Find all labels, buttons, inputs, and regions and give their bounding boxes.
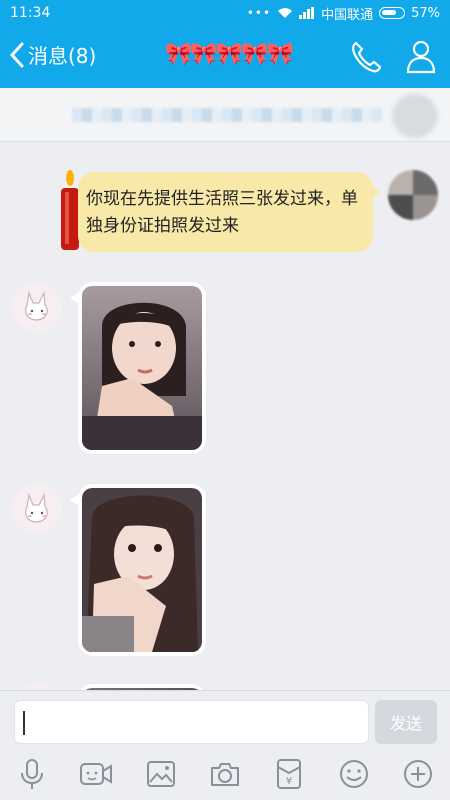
message-input[interactable] [14,700,369,744]
emoji-icon [339,760,368,788]
wifi-icon [278,8,293,18]
message-bubble-sent[interactable]: 你现在先提供生活照三张发过来，单独身份证拍照发过来 [78,172,381,252]
message-list[interactable]: 你现在先提供生活照三张发过来，单独身份证拍照发过来 [0,142,450,690]
plus-icon [403,760,432,788]
image-button[interactable] [129,748,193,800]
more-button[interactable] [386,748,450,800]
mic-button[interactable] [0,748,64,800]
status-bar: 11:34 ••• 中国联通 57% [0,0,450,26]
red-packet-button[interactable]: ¥ [257,748,321,800]
signal-icon [299,7,315,19]
notification-dots: ••• [246,6,272,20]
photo-message[interactable] [70,282,206,454]
blurred-avatar [392,94,438,138]
contact-avatar[interactable] [12,484,62,534]
battery-icon [379,7,406,19]
phone-icon[interactable] [350,40,382,74]
svg-text:¥: ¥ [286,776,292,787]
chevron-left-icon [10,42,24,67]
chat-title: 🎀🎀🎀🎀🎀 [165,42,294,67]
chat-toolbar: ¥ [0,748,450,800]
back-label: 消息(8) [28,44,97,68]
bunny-icon [25,290,48,321]
my-avatar[interactable] [388,170,438,220]
chat-header: 消息(8) 🎀🎀🎀🎀🎀 [0,26,450,88]
contact-avatar[interactable] [12,282,62,332]
emoji-button[interactable] [321,748,385,800]
camera-button[interactable] [193,748,257,800]
message-text: 你现在先提供生活照三张发过来，单独身份证拍照发过来 [86,189,358,236]
bunny-icon [25,492,48,523]
pinned-banner[interactable] [0,88,450,142]
mic-icon [21,759,44,789]
selfie-photo [82,488,202,652]
input-bar: 发送 [0,690,450,748]
selfie-photo [82,286,202,450]
image-icon [146,761,175,787]
send-button[interactable]: 发送 [375,700,437,744]
video-icon [80,763,113,785]
red-packet-icon: ¥ [277,759,302,789]
carrier-label: 中国联通 [321,7,374,23]
battery-percent: 57% [411,5,440,21]
blurred-text [72,108,382,122]
camera-icon [210,763,239,786]
profile-icon[interactable] [405,38,437,74]
status-time: 11:34 [10,5,51,21]
back-button[interactable]: 消息(8) [10,40,96,69]
text-caret [23,711,25,735]
photo-message[interactable] [70,484,206,656]
video-button[interactable] [64,748,128,800]
